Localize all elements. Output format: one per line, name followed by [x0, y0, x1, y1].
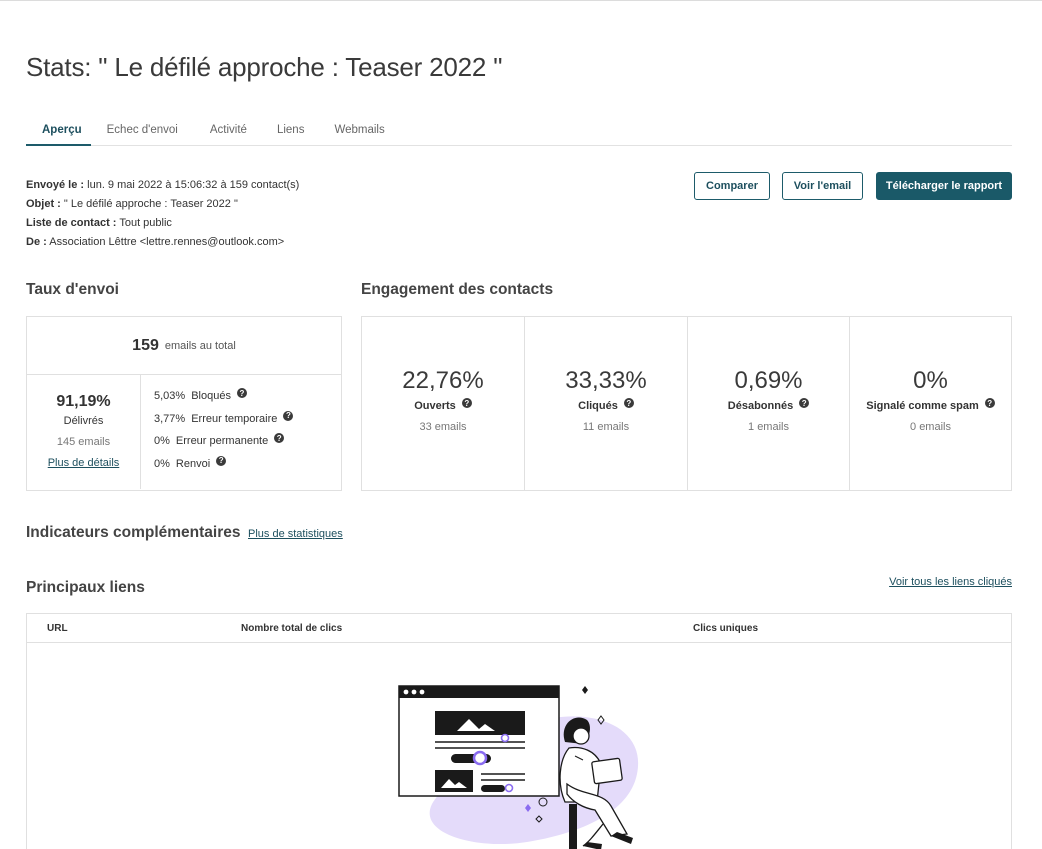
column-total-clicks: Nombre total de clics	[241, 623, 343, 634]
question-circle-icon[interactable]: ?	[623, 398, 634, 408]
image-placeholder-icon	[435, 711, 525, 735]
from-row: De : Association Lêttre <lettre.rennes@o…	[26, 236, 285, 248]
empty-state-illustration	[398, 685, 639, 849]
top-links-title: Principaux liens	[26, 579, 145, 596]
engagement-spam: 0% Signalé comme spam? 0 emails	[849, 317, 1011, 490]
error-row-permanente: 0% Erreur permanente ?	[154, 430, 293, 453]
top-divider	[0, 0, 1042, 1]
laptop-icon	[591, 757, 623, 785]
browser-window	[398, 685, 560, 797]
engagement-unsubscribed: 0,69% Désabonnés? 1 emails	[687, 317, 849, 490]
more-statistics-link[interactable]: Plus de statistiques	[248, 528, 343, 540]
question-circle-icon[interactable]: ?	[216, 455, 227, 466]
delivered-block: 91,19% Délivrés 145 emails Plus de détai…	[27, 375, 141, 489]
question-circle-icon[interactable]: ?	[236, 388, 247, 399]
error-list: 5,03% Bloqués ? 3,77% Erreur temporaire …	[154, 385, 294, 476]
subject-row: Objet : " Le défilé approche : Teaser 20…	[26, 198, 238, 210]
campaign-info: Envoyé le : lun. 9 mai 2022 à 15:06:32 à…	[26, 176, 299, 252]
engagement-title: Engagement des contacts	[361, 281, 554, 298]
total-emails: 159 emails au total	[27, 317, 341, 375]
compare-button[interactable]: Comparer	[694, 172, 770, 200]
question-circle-icon[interactable]: ?	[461, 398, 472, 408]
question-circle-icon[interactable]: ?	[799, 398, 810, 408]
error-row-renvoi: 0% Renvoi ?	[154, 453, 293, 476]
page-title: Stats: " Le défilé approche : Teaser 202…	[26, 52, 503, 82]
sent-row: Envoyé le : lun. 9 mai 2022 à 15:06:32 à…	[26, 179, 300, 191]
tab-bar: Aperçu Echec d'envoi Activité Liens Webm…	[26, 116, 1012, 146]
taux-envoi-card: 159 emails au total 91,19% Délivrés 145 …	[26, 316, 342, 491]
tab-echec-envoi[interactable]: Echec d'envoi	[99, 116, 186, 146]
column-unique-clicks: Clics uniques	[693, 623, 759, 634]
tab-activite[interactable]: Activité	[202, 116, 255, 146]
download-report-button[interactable]: Télécharger le rapport	[876, 172, 1012, 200]
indicators-title: Indicateurs complémentaires	[26, 524, 241, 541]
engagement-opened: 22,76% Ouverts? 33 emails	[402, 367, 484, 433]
tab-liens[interactable]: Liens	[269, 116, 313, 146]
taux-envoi-title: Taux d'envoi	[26, 281, 119, 298]
links-table: URL Nombre total de clics Clics uniques	[26, 613, 1012, 849]
question-circle-icon[interactable]: ?	[984, 398, 995, 408]
more-details-link[interactable]: Plus de détails	[48, 457, 120, 469]
table-header: URL Nombre total de clics Clics uniques	[27, 614, 1011, 643]
view-email-button[interactable]: Voir l'email	[782, 172, 863, 200]
error-row-bloques: 5,03% Bloqués ?	[154, 385, 293, 408]
question-circle-icon[interactable]: ?	[283, 410, 294, 421]
view-all-clicked-links[interactable]: Voir tous les liens cliqués	[889, 576, 1012, 588]
error-row-temporaire: 3,77% Erreur temporaire ?	[154, 408, 294, 431]
engagement-card: 22,76% Ouverts? 33 emails 33,33% Cliqués…	[361, 316, 1012, 491]
tab-webmails[interactable]: Webmails	[326, 116, 392, 146]
person-head	[572, 727, 590, 745]
contact-list-row: Liste de contact : Tout public	[26, 217, 172, 229]
column-url: URL	[47, 623, 68, 634]
engagement-clicked: 33,33% Cliqués? 11 emails	[524, 317, 687, 490]
question-circle-icon[interactable]: ?	[274, 433, 285, 444]
tab-apercu[interactable]: Aperçu	[26, 116, 91, 146]
